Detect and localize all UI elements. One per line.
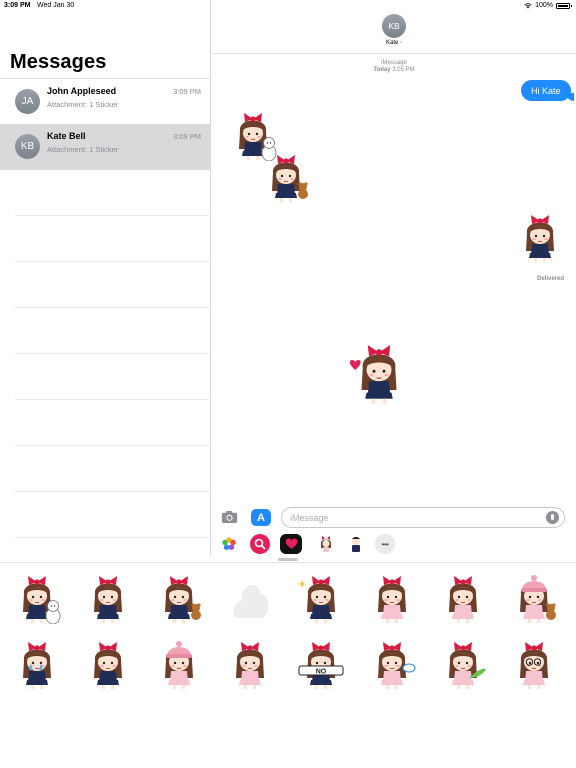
sticker-girl-beanie-pink[interactable] [155,638,203,690]
empty-row-divider [15,445,211,446]
sticker-girl-crying[interactable] [13,638,61,690]
sticker-figure-image [23,642,51,689]
sticker-girl-no-sign[interactable]: NO [297,638,345,690]
conversation-preview: Attachment: 1 Sticker [47,145,119,154]
chat-sticker-girl-sitting[interactable] [516,211,564,263]
empty-row-divider [15,353,211,354]
empty-row-divider [15,537,211,538]
sticker-figure-image [165,641,193,689]
contact-name-button[interactable]: Kate › [212,40,576,46]
panel-grabber-handle[interactable] [278,558,298,561]
sticker-girl-pink-dress[interactable] [368,572,416,624]
sticker-figure-image [520,642,548,689]
chat-sticker-girl-heart[interactable] [349,340,409,405]
sticker-girl-speech-bubble[interactable] [368,638,416,690]
divider [0,562,576,563]
sticker-figure-image [233,584,269,618]
contact-name: John Appleseed [47,86,117,96]
conversation-row-kate[interactable]: KB Kate Bell 3:09 PM Attachment: 1 Stick… [0,124,211,170]
empty-row-divider [15,215,211,216]
sent-message-bubble[interactable]: Hi Kate [521,80,574,101]
sticker-figure-image [94,642,122,689]
timestamp-time: 3:05 PM [392,67,415,73]
chat-sticker-girl-with-bear[interactable] [262,151,310,203]
sticker-girl-pink-dress-2[interactable] [439,572,487,624]
sticker-girl-beanie-teddy[interactable] [510,572,558,624]
image-search-app-icon[interactable] [250,534,270,554]
sticker-girl-sparkles[interactable] [297,572,345,624]
conversation-time: 3:09 PM [173,132,201,141]
empty-row-divider [15,491,211,492]
sticker-empty-placeholder [226,572,274,624]
app-drawer: ••• [212,532,576,556]
timestamp-day: Today [373,67,391,73]
sticker-figure-image [520,575,556,623]
sticker-girl-glasses[interactable] [510,638,558,690]
sticker-figure-image [526,215,554,262]
sticker-app-icon[interactable] [316,534,336,554]
search-icon [254,538,266,550]
conversation-preview: Attachment: 1 Sticker [47,100,119,109]
camera-icon[interactable] [221,510,238,524]
app-store-icon[interactable]: A [251,509,271,526]
contact-name: Kate [385,40,399,46]
message-input-placeholder: iMessage [290,512,329,523]
empty-row-divider [15,399,211,400]
sticker-figure-image: NO [298,642,344,689]
microphone-icon[interactable] [546,511,559,524]
heart-app-icon[interactable] [280,534,302,554]
sticker-girl-navy-outfit[interactable] [84,638,132,690]
girl-sticker-icon [320,536,332,552]
sticker-girl-holding-leaf[interactable] [439,638,487,690]
delivered-label: Delivered [536,276,564,282]
service-label: iMessage [381,60,407,66]
sticker-figure-image [378,576,406,623]
sticker-girl-standing[interactable] [84,572,132,624]
sticker-figure-image [272,155,308,202]
sticker-figure-image [298,576,335,623]
sticker-figure-image [165,576,201,623]
contact-avatar[interactable]: KB [382,14,406,38]
sticker-girl-with-teddy-bear[interactable] [155,572,203,624]
contact-name: Kate Bell [47,131,86,141]
sticker-figure-image [349,345,397,404]
svg-text:NO: NO [316,668,327,675]
sticker-figure-image [449,576,477,623]
more-icon: ••• [381,539,389,549]
page-title: Messages [10,51,107,73]
sticker-figure-image [449,642,486,689]
chat-header: KB Kate › [212,0,576,54]
sticker-figure-image [236,642,264,689]
avatar: KB [15,134,40,159]
photos-app-icon[interactable] [219,534,239,554]
sticker-girl-pink-outfit[interactable] [226,638,274,690]
sticker-figure-image [94,576,122,623]
flower-icon [222,537,236,550]
avatar: JA [15,89,40,114]
more-apps-button[interactable]: ••• [375,534,395,554]
heart-icon [285,538,297,549]
conversation-row-john[interactable]: JA John Appleseed 3:09 PM Attachment: 1 … [0,79,211,125]
sticker-figure-image [378,642,416,689]
chevron-right-icon: › [400,40,402,46]
sticker-app-2-icon[interactable] [346,534,366,554]
boy-sticker-icon [352,537,360,552]
conversation-time: 3:09 PM [173,87,201,96]
message-input[interactable]: iMessage [281,507,565,528]
empty-row-divider [15,261,211,262]
timestamp: Today 3:05 PM [212,67,576,73]
sticker-figure-image [23,576,61,624]
sticker-girl-with-white-cat[interactable] [13,572,61,624]
conversation-sidebar: Messages JA John Appleseed 3:09 PM Attac… [0,0,211,555]
empty-row-divider [15,307,211,308]
